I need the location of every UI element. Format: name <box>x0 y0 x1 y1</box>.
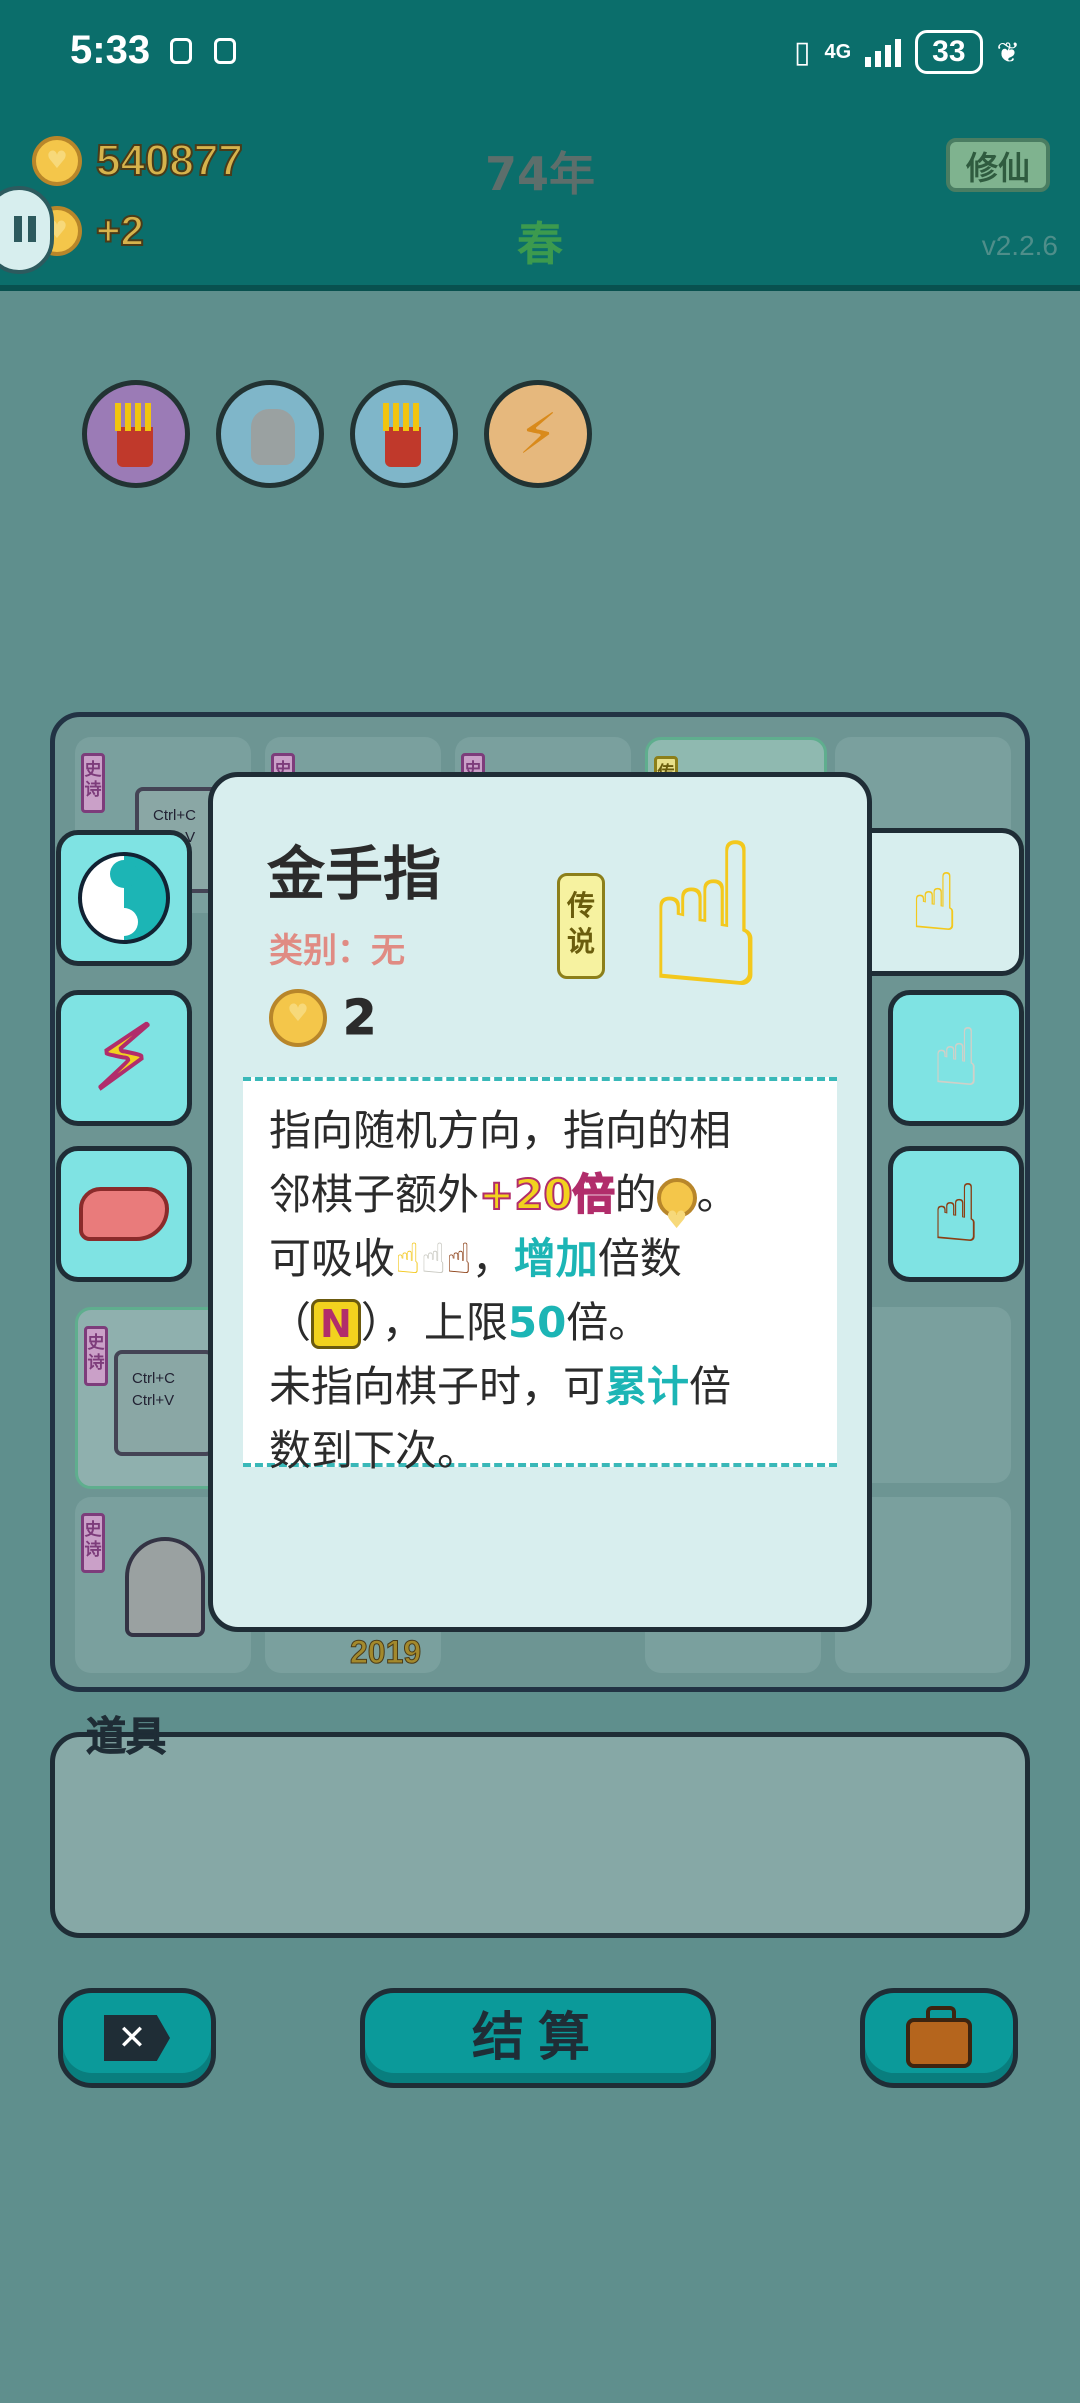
desc-text: 倍 <box>689 1362 732 1411</box>
desc-line: 指向随机方向，指向的相 <box>269 1099 819 1163</box>
copy-paste-piece: Ctrl+C Ctrl+V <box>114 1350 214 1456</box>
desc-highlight: 增加 <box>513 1234 598 1283</box>
desc-line: 可吸收☝☝☝，增加倍数 <box>269 1227 819 1291</box>
year-2019-label: 2019 <box>349 1634 422 1671</box>
bronze-pointing-hand-icon: ☝ <box>446 1234 472 1283</box>
ctrl-v-label: Ctrl+V <box>132 1392 175 1409</box>
desc-highlight: 累计 <box>605 1362 690 1411</box>
desc-text: 数到下次。 <box>269 1426 480 1475</box>
rabbit-piece-icon <box>125 1537 205 1637</box>
battery-indicator: 33 <box>915 30 983 74</box>
item-detail-panel: 金手指 类别：无 传说 2 ☝ 指向随机方向，指向的相 邻棋子额外+20倍的。 … <box>208 772 872 1632</box>
coin-icon <box>656 1177 697 1252</box>
bronze-pointing-hand-icon: ☝ <box>931 1167 981 1260</box>
year-label: 74年 <box>484 147 595 201</box>
bonus-multiplier: +20倍 <box>478 1169 616 1220</box>
briefcase-icon <box>906 2006 972 2068</box>
leaf-icon: ❦ <box>996 36 1020 68</box>
desc-line: （N ），上限50倍。 <box>269 1291 819 1355</box>
rarity-badge: 传说 <box>557 873 605 979</box>
notification-icon <box>214 38 236 64</box>
fries-icon[interactable] <box>350 380 458 488</box>
rarity-tag: 史诗 <box>84 1326 108 1386</box>
version-label: v2.2.6 <box>981 230 1058 261</box>
network-type: 4G <box>824 40 852 63</box>
desc-highlight: 50 <box>507 1298 567 1347</box>
bag-button[interactable] <box>860 1988 1018 2088</box>
liver-icon <box>79 1187 169 1241</box>
desc-text: 倍。 <box>566 1298 651 1347</box>
status-bar: 5:33 ▯ 4G 33 ❦ <box>0 0 1080 110</box>
desc-line: 邻棋子额外+20倍的。 <box>269 1163 819 1252</box>
desc-text: 的 <box>614 1170 657 1219</box>
desc-line: 未指向棋子时，可累计倍 <box>269 1355 819 1419</box>
item-description: 指向随机方向，指向的相 邻棋子额外+20倍的。 可吸收☝☝☝，增加倍数 （N），… <box>243 1077 837 1475</box>
close-button[interactable]: ✕ <box>58 1988 216 2088</box>
props-label: 道具 <box>86 1714 167 1761</box>
liver-button[interactable] <box>56 1146 192 1282</box>
silver-finger-button[interactable]: ☝ <box>888 990 1024 1126</box>
clock: 5:33 <box>70 28 151 72</box>
ctrl-c-label: Ctrl+C <box>132 1370 175 1387</box>
rarity-tag: 史诗 <box>81 1513 105 1573</box>
desc-text: 邻棋子额外 <box>269 1170 480 1219</box>
silver-pointing-hand-icon: ☝ <box>420 1234 447 1283</box>
item-cost: 2 <box>269 989 377 1047</box>
notification-icon <box>170 38 192 64</box>
desc-text: 可吸收 <box>269 1234 396 1283</box>
settle-button[interactable]: 结算 <box>360 1988 716 2088</box>
gold-finger-illustration-icon: ☝ <box>645 800 767 1033</box>
desc-text: （ <box>269 1298 312 1347</box>
item-name: 金手指 <box>267 840 442 908</box>
rarity-tag: 史诗 <box>81 753 105 813</box>
gold-pointing-hand-icon: ☝ <box>910 855 959 949</box>
yin-yang-icon <box>78 852 170 944</box>
mode-button[interactable]: 修仙 <box>946 138 1050 192</box>
desc-text: ， <box>471 1234 514 1283</box>
n-badge: N <box>311 1299 361 1349</box>
game-header: 540877 +2 74年 春 修仙 v2.2.6 <box>0 110 1080 291</box>
desc-text: 未指向棋子时，可 <box>269 1362 606 1411</box>
cost-value: 2 <box>342 990 377 1047</box>
silver-pointing-hand-icon: ☝ <box>931 1011 981 1104</box>
vibrate-icon: ▯ <box>793 35 811 69</box>
desc-line: 数到下次。 <box>269 1419 819 1483</box>
props-area[interactable] <box>50 1732 1030 1938</box>
desc-text: ），上限 <box>360 1298 508 1347</box>
lightning-icon[interactable]: ⚡ <box>484 380 592 488</box>
pause-icon[interactable] <box>0 186 54 274</box>
bronze-finger-button[interactable]: ☝ <box>888 1146 1024 1282</box>
season-label: 春 <box>517 217 563 271</box>
desc-text: 指向随机方向，指向的相 <box>269 1106 732 1155</box>
lightning-icon: ⚡ <box>91 1006 157 1109</box>
husky-icon[interactable] <box>216 380 324 488</box>
item-category: 类别：无 <box>269 931 405 971</box>
desc-text: 。 <box>696 1170 739 1219</box>
gold-finger-tab[interactable]: ☝ <box>850 828 1024 976</box>
signal-icon <box>865 37 902 67</box>
gold-pointing-hand-icon: ☝ <box>395 1234 421 1283</box>
fries-icon[interactable] <box>82 380 190 488</box>
owned-items: ⚡ <box>82 380 592 488</box>
yin-yang-button[interactable] <box>56 830 192 966</box>
coin-icon <box>269 989 327 1047</box>
close-icon: ✕ <box>104 2015 170 2061</box>
lightning-button[interactable]: ⚡ <box>56 990 192 1126</box>
